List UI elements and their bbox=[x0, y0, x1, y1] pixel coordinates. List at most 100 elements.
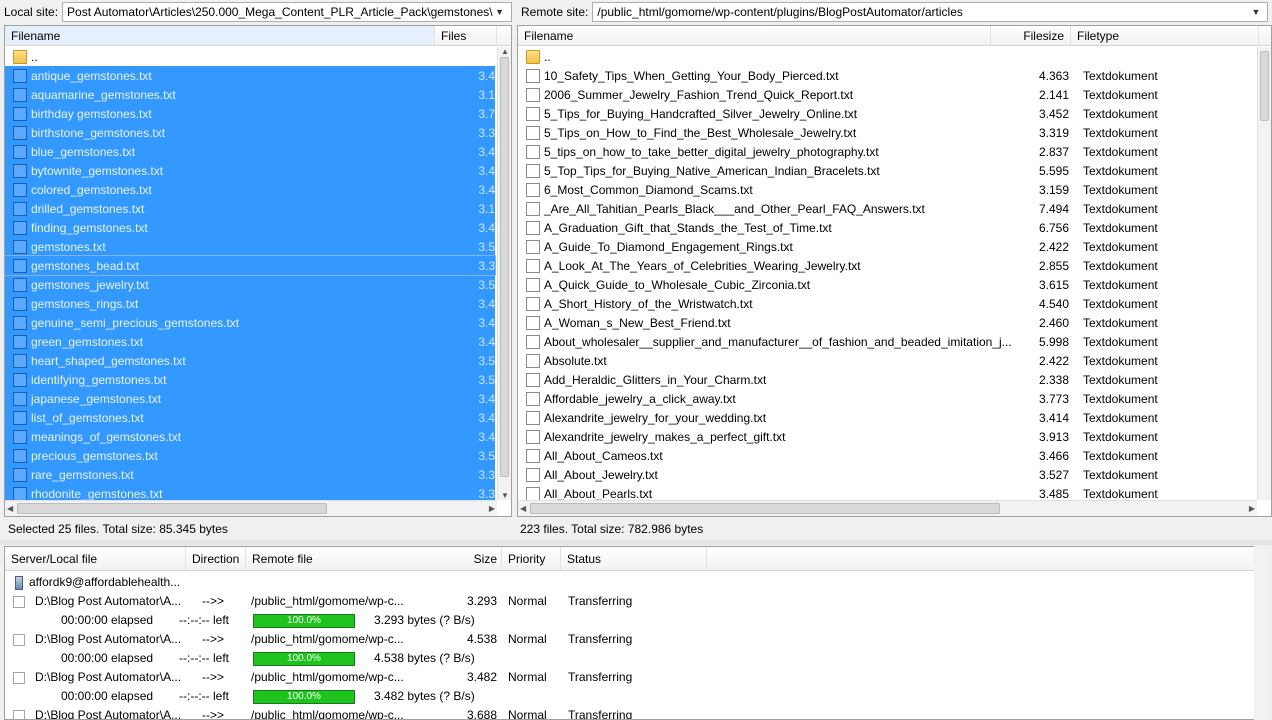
remote-horizontal-scrollbar[interactable]: ◀ ▶ bbox=[518, 500, 1257, 516]
local-file-row[interactable]: meanings_of_gemstones.txt 3.4 bbox=[5, 427, 495, 446]
file-icon bbox=[13, 296, 27, 311]
queue-col-direction[interactable]: Direction bbox=[186, 547, 246, 570]
local-file-row[interactable]: rare_gemstones.txt 3.3 bbox=[5, 465, 495, 484]
local-file-row[interactable]: genuine_semi_precious_gemstones.txt 3.4 bbox=[5, 313, 495, 332]
remote-file-row[interactable]: Affordable_jewelry_a_click_away.txt 3.773… bbox=[518, 389, 1189, 408]
remote-file-row[interactable]: About_wholesaler__supplier_and_manufactu… bbox=[518, 332, 1189, 351]
local-file-row[interactable]: gemstones_bead.txt 3.3 bbox=[5, 255, 496, 276]
local-file-row[interactable]: blue_gemstones.txt 3.4 bbox=[5, 142, 495, 161]
queue-col-status[interactable]: Status bbox=[561, 547, 707, 570]
local-horizontal-scrollbar[interactable]: ◀ ▶ bbox=[5, 500, 497, 516]
remote-file-row[interactable]: A_Graduation_Gift_that_Stands_the_Test_o… bbox=[518, 218, 1189, 237]
queue-item-row[interactable]: D:\Blog Post Automator\A... -->> /public_h… bbox=[5, 668, 1265, 687]
local-file-row[interactable]: gemstones_rings.txt 3.4 bbox=[5, 294, 495, 313]
local-file-row[interactable]: aquamarine_gemstones.txt 3.1 bbox=[5, 85, 495, 104]
remote-vertical-scrollbar[interactable] bbox=[1257, 47, 1271, 500]
local-file-row[interactable]: antique_gemstones.txt 3.4 bbox=[5, 66, 495, 85]
local-vertical-scrollbar[interactable]: ▲ ▼ bbox=[497, 47, 511, 500]
remote-col-filename[interactable]: Filename bbox=[518, 26, 991, 45]
remote-file-row[interactable]: 2006_Summer_Jewelry_Fashion_Trend_Quick_… bbox=[518, 85, 1189, 104]
local-file-row[interactable]: finding_gemstones.txt 3.4 bbox=[5, 218, 495, 237]
remote-file-row[interactable]: A_Quick_Guide_to_Wholesale_Cubic_Zirconi… bbox=[518, 275, 1189, 294]
remote-col-filetype[interactable]: Filetype bbox=[1071, 26, 1259, 45]
remote-col-filesize[interactable]: Filesize bbox=[991, 26, 1071, 45]
remote-file-row[interactable]: 5_Tips_for_Buying_Handcrafted_Silver_Jew… bbox=[518, 104, 1189, 123]
remote-hscroll-thumb[interactable] bbox=[530, 503, 1000, 514]
local-file-row[interactable]: green_gemstones.txt 3.4 bbox=[5, 332, 495, 351]
remote-file-row[interactable]: A_Short_History_of_the_Wristwatch.txt 4.5… bbox=[518, 294, 1189, 313]
remote-file-row[interactable]: A_Woman_s_New_Best_Friend.txt 2.460 Textdo… bbox=[518, 313, 1189, 332]
queue-col-server-local[interactable]: Server/Local file bbox=[5, 547, 186, 570]
remote-site-path[interactable]: /public_html/gomome/wp-content/plugins/B… bbox=[597, 5, 1249, 19]
queue-item-row[interactable]: D:\Blog Post Automator\A... -->> /public_h… bbox=[5, 706, 1265, 719]
scroll-right-icon[interactable]: ▶ bbox=[489, 504, 495, 513]
scroll-up-icon[interactable]: ▲ bbox=[501, 47, 509, 56]
queue-server-row[interactable]: affordk9@affordablehealth... bbox=[5, 573, 1265, 592]
local-file-row[interactable]: birthstone_gemstones.txt 3.3 bbox=[5, 123, 495, 142]
file-icon bbox=[526, 201, 540, 216]
local-file-row[interactable]: gemstones_jewelry.txt 3.5 bbox=[5, 275, 495, 294]
local-file-row[interactable]: japanese_gemstones.txt 3.4 bbox=[5, 389, 495, 408]
queue-item-checkbox[interactable] bbox=[13, 672, 25, 684]
remote-file-row[interactable]: Alexandrite_jewelry_for_your_wedding.txt… bbox=[518, 408, 1189, 427]
local-file-row[interactable]: identifying_gemstones.txt 3.5 bbox=[5, 370, 495, 389]
remote-file-list[interactable]: Filename Filesize Filetype .. 10_Safety_T… bbox=[517, 25, 1272, 517]
local-hscroll-thumb[interactable] bbox=[17, 503, 327, 514]
remote-file-name: A_Guide_To_Diamond_Engagement_Rings.txt bbox=[544, 239, 793, 254]
remote-file-row[interactable]: 5_tips_on_how_to_take_better_digital_jew… bbox=[518, 142, 1189, 161]
queue-item-checkbox[interactable] bbox=[13, 634, 25, 646]
remote-file-row[interactable]: .. bbox=[518, 47, 1189, 66]
queue-vertical-scrollbar[interactable] bbox=[1254, 546, 1268, 720]
local-site-combo[interactable]: Post Automator\Articles\250.000_Mega_Con… bbox=[62, 2, 512, 22]
chevron-down-icon[interactable]: ▼ bbox=[493, 7, 507, 17]
local-file-row[interactable]: gemstones.txt 3.5 bbox=[5, 237, 495, 256]
local-file-row[interactable]: bytownite_gemstones.txt 3.4 bbox=[5, 161, 495, 180]
remote-file-type: Textdokument bbox=[1083, 315, 1158, 330]
queue-item-row[interactable]: D:\Blog Post Automator\A... -->> /public_h… bbox=[5, 592, 1265, 611]
remote-file-row[interactable]: All_About_Cameos.txt 3.466 Textdokument bbox=[518, 446, 1189, 465]
scroll-left-icon[interactable]: ◀ bbox=[520, 504, 526, 513]
remote-file-name: Alexandrite_jewelry_for_your_wedding.txt bbox=[544, 410, 767, 425]
remote-file-size: 3.913 bbox=[1038, 429, 1069, 444]
queue-item-checkbox[interactable] bbox=[13, 596, 25, 608]
local-file-row[interactable]: .. bbox=[5, 47, 495, 66]
local-site-path[interactable]: Post Automator\Articles\250.000_Mega_Con… bbox=[67, 5, 493, 19]
scroll-right-icon[interactable]: ▶ bbox=[1249, 504, 1255, 513]
remote-file-row[interactable]: A_Look_At_The_Years_of_Celebrities_Weari… bbox=[518, 256, 1189, 275]
chevron-down-icon[interactable]: ▼ bbox=[1249, 7, 1263, 17]
remote-site-combo[interactable]: /public_html/gomome/wp-content/plugins/B… bbox=[592, 2, 1268, 22]
local-file-row[interactable]: precious_gemstones.txt 3.5 bbox=[5, 446, 495, 465]
remote-file-row[interactable]: A_Guide_To_Diamond_Engagement_Rings.txt 2… bbox=[518, 237, 1189, 256]
remote-file-row[interactable]: 6_Most_Common_Diamond_Scams.txt 3.159 Text… bbox=[518, 180, 1189, 199]
queue-col-priority[interactable]: Priority bbox=[502, 547, 561, 570]
queue-col-remote-file[interactable]: Remote file Size bbox=[246, 547, 502, 570]
transfer-queue[interactable]: Server/Local file Direction Remote file … bbox=[4, 546, 1268, 720]
queue-item-checkbox[interactable] bbox=[13, 710, 25, 719]
remote-file-row[interactable]: _Are_All_Tahitian_Pearls_Black___and_Oth… bbox=[518, 199, 1189, 218]
remote-file-row[interactable]: Alexandrite_jewelry_makes_a_perfect_gift… bbox=[518, 427, 1189, 446]
local-file-row[interactable]: list_of_gemstones.txt 3.4 bbox=[5, 408, 495, 427]
local-file-name: meanings_of_gemstones.txt bbox=[31, 429, 182, 444]
local-file-row[interactable]: heart_shaped_gemstones.txt 3.5 bbox=[5, 351, 495, 370]
remote-file-type: Textdokument bbox=[1083, 467, 1158, 482]
remote-file-row[interactable]: 5_Tips_on_How_to_Find_the_Best_Wholesale… bbox=[518, 123, 1189, 142]
local-vscroll-thumb[interactable] bbox=[500, 57, 509, 477]
local-col-filesize[interactable]: Files bbox=[435, 26, 497, 45]
queue-item-row[interactable]: D:\Blog Post Automator\A... -->> /public_h… bbox=[5, 630, 1265, 649]
remote-file-row[interactable]: Add_Heraldic_Glitters_in_Your_Charm.txt 2… bbox=[518, 370, 1189, 389]
progress-bar: 100.0% bbox=[253, 652, 355, 666]
remote-file-row[interactable]: Absolute.txt 2.422 Textdokument bbox=[518, 351, 1189, 370]
local-file-row[interactable]: drilled_gemstones.txt 3.1 bbox=[5, 199, 495, 218]
remote-file-row[interactable]: 10_Safety_Tips_When_Getting_Your_Body_Pi… bbox=[518, 66, 1189, 85]
splitter[interactable] bbox=[0, 540, 1272, 545]
scroll-left-icon[interactable]: ◀ bbox=[7, 504, 13, 513]
local-col-filename[interactable]: Filename bbox=[5, 26, 435, 45]
remote-file-row[interactable]: All_About_Jewelry.txt 3.527 Textdokument bbox=[518, 465, 1189, 484]
remote-vscroll-thumb[interactable] bbox=[1260, 51, 1269, 121]
local-file-row[interactable]: colored_gemstones.txt 3.4 bbox=[5, 180, 495, 199]
local-file-row[interactable]: birthday gemstones.txt 3.7 bbox=[5, 104, 495, 123]
local-file-list[interactable]: Filename Files .. antique_gemstones.txt 3.… bbox=[4, 25, 512, 517]
file-icon bbox=[526, 182, 540, 197]
scroll-down-icon[interactable]: ▼ bbox=[501, 491, 509, 500]
remote-file-row[interactable]: 5_Top_Tips_for_Buying_Native_American_In… bbox=[518, 161, 1189, 180]
